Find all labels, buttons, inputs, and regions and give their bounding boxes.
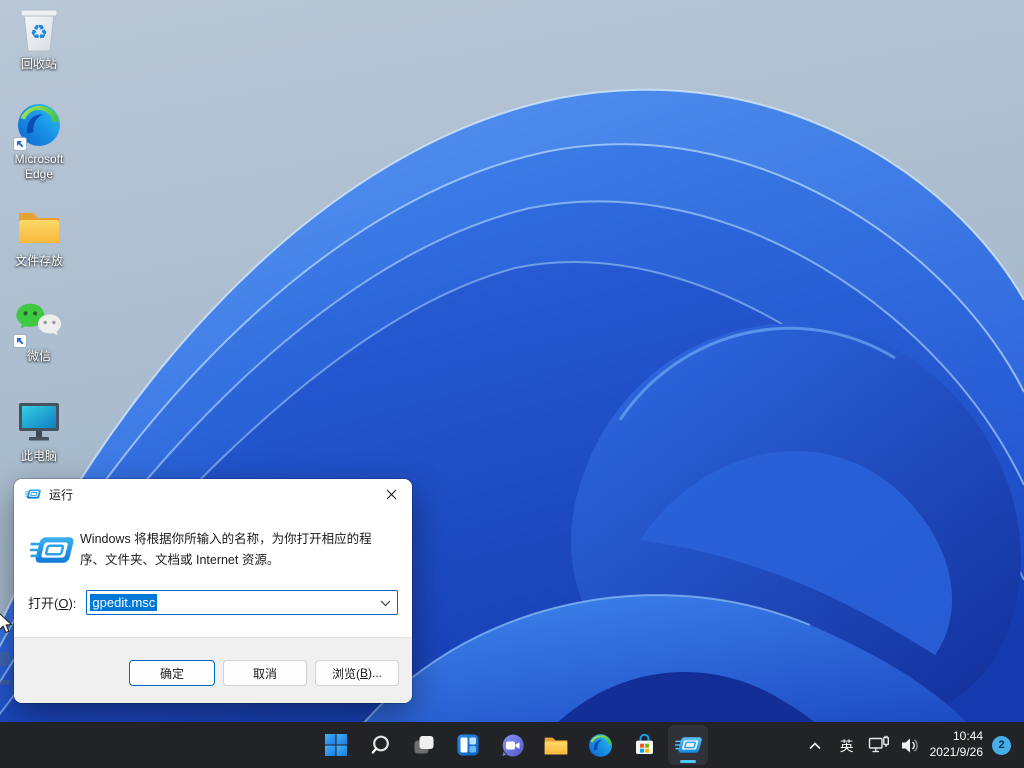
active-app-indicator: [680, 760, 696, 763]
store-button[interactable]: [624, 725, 664, 765]
taskbar: 英 10:44 2021/9/26 2: [0, 722, 1024, 768]
run-icon: [25, 487, 41, 501]
widgets-button[interactable]: [448, 725, 488, 765]
desktop-icon-wechat[interactable]: 微信: [1, 298, 77, 364]
shortcut-arrow-icon: [13, 137, 27, 151]
search-icon: [368, 733, 392, 757]
run-app-taskbar-button[interactable]: [668, 725, 708, 765]
network-icon[interactable]: [868, 730, 890, 760]
clock-time: 10:44: [930, 729, 983, 745]
task-view-button[interactable]: [404, 725, 444, 765]
edge-button[interactable]: [580, 725, 620, 765]
desktop-icon-this-pc[interactable]: 此电脑: [1, 398, 77, 464]
clock-date: 2021/9/26: [930, 745, 983, 761]
browse-button[interactable]: 浏览(B)...: [315, 660, 399, 686]
run-command-value: gpedit.msc: [90, 594, 157, 611]
store-icon: [632, 733, 657, 758]
run-dialog-footer: 确定 取消 浏览(B)...: [14, 637, 412, 703]
run-dialog: 运行 Windows 将根据你所输入的名称，为你打开相应的程序、文件夹、文档或 …: [14, 479, 412, 703]
run-dialog-title: 运行: [49, 486, 370, 503]
obscured-desktop-icon: [0, 650, 13, 690]
desktop-icon-label: 此电脑: [21, 449, 57, 464]
chat-button[interactable]: [492, 725, 532, 765]
start-button[interactable]: [316, 725, 356, 765]
open-label: 打开(O):: [28, 593, 76, 612]
run-command-input[interactable]: gpedit.msc: [86, 590, 398, 615]
desktop-icon-recycle-bin[interactable]: ♻ 回收站: [1, 6, 77, 72]
input-method-indicator[interactable]: 英: [835, 735, 859, 755]
chat-icon: [500, 733, 525, 758]
desktop-icon-files[interactable]: 文件存放: [1, 203, 77, 269]
desktop-icon-label: 微信: [27, 349, 51, 364]
run-dialog-body: Windows 将根据你所输入的名称，为你打开相应的程序、文件夹、文档或 Int…: [14, 509, 412, 637]
run-dialog-titlebar[interactable]: 运行: [14, 479, 412, 509]
search-button[interactable]: [360, 725, 400, 765]
run-dialog-description: Windows 将根据你所输入的名称，为你打开相应的程序、文件夹、文档或 Int…: [80, 529, 392, 571]
run-icon: [30, 532, 74, 573]
folder-icon: [15, 203, 63, 251]
desktop-icon-label: Microsoft Edge: [1, 152, 77, 182]
task-view-icon: [412, 733, 436, 757]
file-explorer-icon: [543, 734, 569, 757]
wechat-icon: [15, 298, 63, 346]
hidden-icons-chevron[interactable]: [804, 730, 826, 760]
shortcut-arrow-icon: [13, 334, 27, 348]
desktop-icon-label: 回收站: [21, 57, 57, 72]
file-explorer-button[interactable]: [536, 725, 576, 765]
windows-logo-icon: [324, 733, 348, 757]
chevron-down-icon[interactable]: [380, 594, 391, 612]
taskbar-clock[interactable]: 10:44 2021/9/26: [930, 729, 983, 760]
ok-button[interactable]: 确定: [129, 660, 215, 686]
desktop-icon-label: 文件存放: [15, 254, 63, 269]
edge-icon: [588, 733, 613, 758]
volume-icon[interactable]: [899, 730, 921, 760]
this-pc-icon: [15, 398, 63, 446]
svg-text:♻: ♻: [30, 22, 48, 44]
notification-badge[interactable]: 2: [992, 736, 1011, 755]
desktop-icon-edge[interactable]: Microsoft Edge: [1, 101, 77, 182]
cancel-button[interactable]: 取消: [223, 660, 307, 686]
run-icon: [675, 734, 702, 756]
close-icon[interactable]: [370, 479, 412, 509]
recycle-bin-icon: ♻: [15, 6, 63, 54]
widgets-icon: [456, 733, 480, 757]
edge-icon: [15, 101, 63, 149]
